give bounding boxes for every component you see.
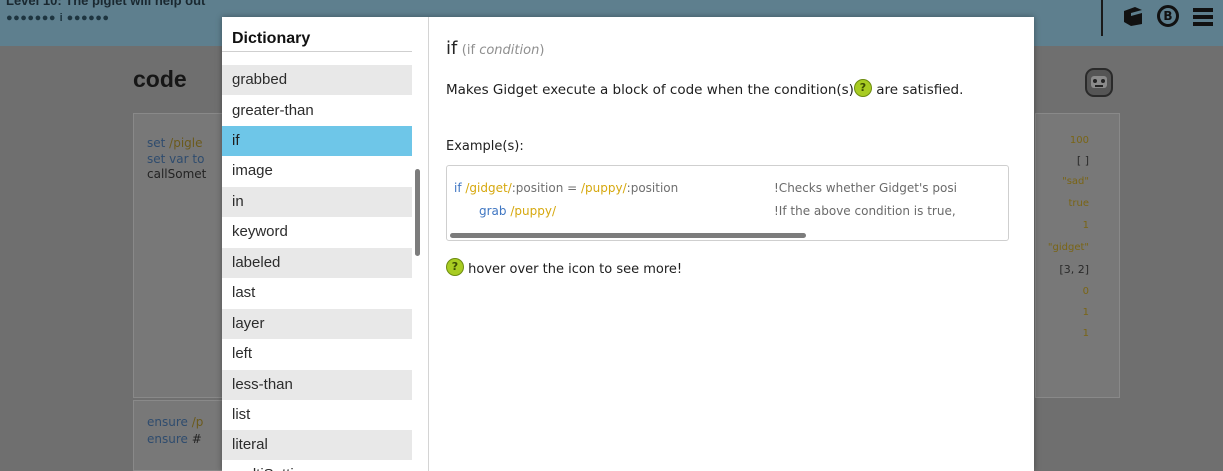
example-line: grab /puppy/: [479, 204, 556, 218]
dictionary-item-labeled[interactable]: labeled: [222, 248, 412, 278]
code-text: #: [191, 432, 202, 446]
gidget-robot-icon: [1084, 66, 1114, 98]
entry-name: if: [446, 38, 458, 59]
description-text-end: are satisfied.: [871, 82, 964, 98]
dictionary-item-keyword[interactable]: keyword: [222, 217, 412, 247]
example-horizontal-scrollbar[interactable]: [450, 233, 806, 238]
menu-icon[interactable]: [1190, 3, 1216, 29]
level-progress: ●●●●●●● i ●●●●●●: [6, 12, 110, 24]
dictionary-item-grabbed[interactable]: grabbed: [222, 65, 412, 95]
dictionary-header: Dictionary: [222, 17, 412, 52]
example-path: /puppy/: [581, 181, 627, 195]
example-path: /puppy/: [510, 204, 557, 218]
dictionary-item-image[interactable]: image: [222, 156, 412, 186]
syntax-open: (if: [461, 43, 480, 58]
example-line: if /gidget/:position = /puppy/:position: [454, 181, 678, 195]
goal-line: ensure #: [147, 432, 202, 446]
memory-value: "sad": [1062, 176, 1089, 187]
bold-b-circle-icon[interactable]: B: [1155, 3, 1181, 29]
code-keyword: set: [147, 136, 166, 150]
dictionary-item-layer[interactable]: layer: [222, 309, 412, 339]
dictionary-item-in[interactable]: in: [222, 187, 412, 217]
example-keyword: grab: [479, 204, 507, 218]
dictionary-book-icon[interactable]: [1120, 3, 1146, 29]
dictionary-item-left[interactable]: left: [222, 339, 412, 369]
dictionary-scrollbar[interactable]: [415, 169, 420, 256]
code-line[interactable]: set var to: [147, 152, 204, 166]
memory-value: 1: [1082, 307, 1089, 318]
memory-value: 0: [1082, 286, 1089, 297]
hover-hint: ? hover over the icon to see more!: [446, 258, 682, 277]
level-title: Level 10: The piglet will help out: [6, 0, 206, 8]
example-keyword: if: [454, 181, 462, 195]
syntax-param: condition: [479, 43, 540, 58]
example-comment: !If the above condition is true,: [774, 204, 956, 218]
dictionary-entry-detail: if (if condition) Makes Gidget execute a…: [430, 17, 1034, 471]
dictionary-item-less-than[interactable]: less-than: [222, 370, 412, 400]
examples-label: Example(s):: [446, 139, 524, 154]
example-text: :position: [626, 181, 679, 195]
entry-title: if (if condition): [446, 38, 544, 59]
dictionary-sidebar[interactable]: grab grabbed greater-than if image in ke…: [222, 17, 429, 471]
hover-hint-text: hover over the icon to see more!: [464, 262, 683, 277]
toolbar-divider: [1101, 0, 1103, 36]
code-text: callSomet: [147, 167, 207, 181]
dictionary-item-literal[interactable]: literal: [222, 430, 412, 460]
example-text: :position =: [511, 181, 582, 195]
entry-description: Makes Gidget execute a block of code whe…: [446, 79, 1016, 99]
memory-value: [3, 2]: [1059, 263, 1089, 276]
code-editor[interactable]: set /pigle set var to callSomet: [133, 113, 223, 398]
dictionary-item-greater-than[interactable]: greater-than: [222, 96, 412, 126]
code-text: var to: [169, 152, 205, 166]
dictionary-title: Dictionary: [232, 30, 311, 47]
code-keyword: set: [147, 152, 166, 166]
goal-line: ensure /p: [147, 415, 203, 429]
help-icon[interactable]: ?: [853, 79, 872, 97]
code-line[interactable]: set /pigle: [147, 136, 203, 150]
memory-value: 1: [1082, 220, 1089, 231]
description-text: Makes Gidget execute a block of code whe…: [446, 82, 854, 98]
code-line[interactable]: callSomet: [147, 167, 206, 181]
dictionary-modal: grab grabbed greater-than if image in ke…: [222, 17, 1034, 471]
memory-value: 1: [1082, 328, 1089, 339]
memory-values-panel: 100 [ ] "sad" true 1 "gidget" [3, 2] 0 1…: [1035, 113, 1120, 398]
memory-value: true: [1068, 198, 1089, 209]
help-icon[interactable]: ?: [446, 258, 464, 276]
code-keyword: ensure: [147, 415, 188, 429]
dictionary-item-multisetting[interactable]: multiSetting: [222, 460, 412, 471]
example-code-box[interactable]: if /gidget/:position = /puppy/:position …: [446, 165, 1009, 241]
entry-syntax: (if condition): [462, 43, 545, 58]
memory-value: 100: [1069, 135, 1089, 146]
example-path: /gidget/: [465, 181, 512, 195]
syntax-close: ): [539, 43, 545, 58]
code-path: /pigle: [169, 136, 203, 150]
example-comment: !Checks whether Gidget's posi: [774, 181, 957, 195]
code-keyword: ensure: [147, 432, 188, 446]
dictionary-item-last[interactable]: last: [222, 278, 412, 308]
code-path: /p: [191, 415, 204, 429]
goals-panel: ensure /p ensure #: [133, 400, 223, 471]
code-panel-title: code: [133, 66, 187, 92]
memory-value: [ ]: [1076, 154, 1089, 167]
memory-value: "gidget": [1047, 242, 1089, 253]
dictionary-item-if[interactable]: if: [222, 126, 412, 156]
dictionary-item-list[interactable]: list: [222, 400, 412, 430]
